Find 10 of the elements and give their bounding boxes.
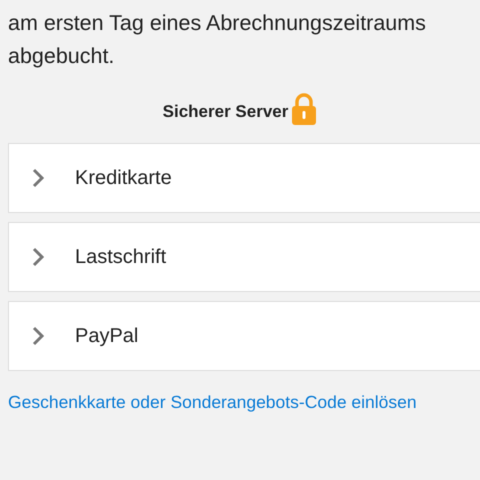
payment-method-item[interactable]: Kreditkarte — [8, 143, 480, 213]
chevron-icon — [32, 168, 44, 188]
secure-server-label: Sicherer Server — [162, 102, 288, 122]
payment-method-item[interactable]: PayPal — [8, 301, 480, 371]
chevron-icon — [32, 326, 44, 346]
redeem-code-link[interactable]: Geschenkkarte oder Sonderangebots-Code einlösen — [8, 392, 417, 413]
lock-icon — [291, 93, 318, 125]
intro-text: am ersten Tag eines Abrechnungszeitraums abgebucht. — [8, 10, 426, 70]
payment-method-item[interactable]: Lastschrift — [8, 222, 480, 292]
chevron-icon — [32, 247, 44, 267]
